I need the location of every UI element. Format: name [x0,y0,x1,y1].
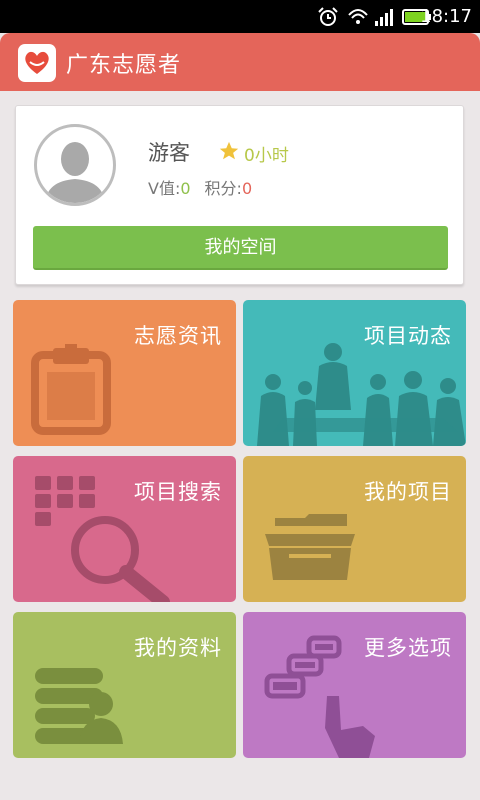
status-time: 18:17 [420,6,472,27]
status-bar: 18:17 [0,0,480,33]
tile-my-profile[interactable]: 我的资料 [13,612,236,758]
tile-project-updates[interactable]: 项目动态 [243,300,466,446]
wifi-icon [348,9,368,24]
v-value-label: V值: [148,179,181,198]
profile-card: 游客 0小时 V值:0 积分:0 我的空间 [15,105,464,285]
tile-label: 更多选项 [364,636,452,660]
volunteer-hours: 0小时 [244,146,289,166]
avatar[interactable] [34,124,116,206]
user-silhouette-icon [45,142,105,203]
profile-stats: V值:0 积分:0 [148,175,252,199]
star-icon [219,141,239,160]
username: 游客 [148,141,190,165]
app-title: 广东志愿者 [66,53,182,78]
points-value: 0 [241,179,253,198]
points-label: 积分: [204,179,242,198]
app-header: 广东志愿者 [0,33,480,91]
tile-my-projects[interactable]: 我的项目 [243,456,466,602]
my-space-button[interactable]: 我的空间 [33,226,448,270]
app-logo [18,44,56,82]
tile-label: 我的资料 [134,636,222,660]
tile-label: 项目搜索 [134,480,222,504]
tile-more-options[interactable]: 更多选项 [243,612,466,758]
tile-label: 项目动态 [364,324,452,348]
alarm-icon [318,7,338,26]
tile-label: 志愿资讯 [134,324,222,348]
v-value: 0 [180,179,191,198]
tile-volunteer-news[interactable]: 志愿资讯 [13,300,236,446]
heart-hands-icon [25,51,49,74]
signal-icon [375,9,393,26]
tile-label: 我的项目 [364,480,452,504]
tile-project-search[interactable]: 项目搜索 [13,456,236,602]
